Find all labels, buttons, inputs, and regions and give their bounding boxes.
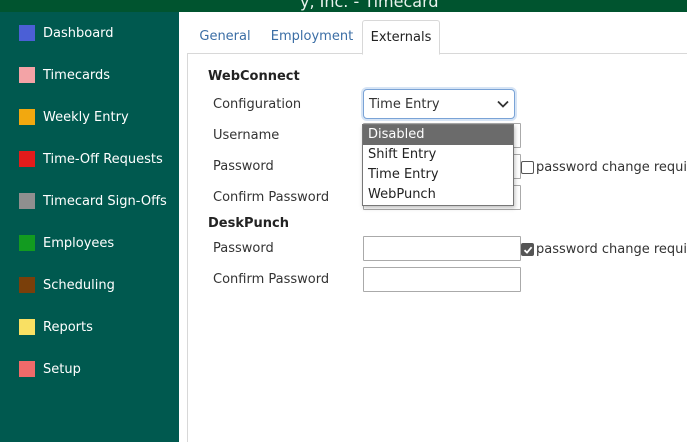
sidebar-item-time-off-requests[interactable]: Time-Off Requests [0,138,179,180]
externals-panel: WebConnect Configuration Time Entry User… [187,54,687,442]
sidebar-item-label: Timecards [43,67,111,83]
deskpunch-password-label: Password [213,241,274,256]
main-content: General Employment Externals WebConnect … [187,12,687,442]
configuration-select[interactable]: Time Entry [363,89,515,119]
sidebar-item-setup[interactable]: Setup [0,348,179,390]
dropdown-option-disabled[interactable]: Disabled [363,125,513,145]
sidebar-item-label: Dashboard [43,25,114,41]
reports-icon [19,319,35,335]
sidebar-item-dashboard[interactable]: Dashboard [0,12,179,54]
confirm-password-label: Confirm Password [213,190,330,205]
sidebar-item-reports[interactable]: Reports [0,306,179,348]
tab-employment[interactable]: Employment [267,20,357,54]
configuration-label: Configuration [213,97,302,112]
tab-bar: General Employment Externals [187,12,687,55]
sidebar: Dashboard Timecards Weekly Entry Time-Of… [0,12,179,442]
deskpunch-password-change-row: password change required [521,242,687,257]
scheduling-icon [19,277,35,293]
tab-externals[interactable]: Externals [362,20,440,55]
chevron-down-icon [492,93,514,115]
webconnect-section-title: WebConnect [208,69,300,84]
deskpunch-confirm-password-input[interactable] [363,267,521,292]
configuration-select-value: Time Entry [369,96,440,112]
password-change-label: password change required [536,160,687,175]
top-banner: y, Inc. - Timecard [0,0,687,12]
timecard-sign-offs-icon [19,193,35,209]
sidebar-item-label: Reports [43,319,93,335]
deskpunch-password-input[interactable] [363,236,521,261]
password-change-label: password change required [536,242,687,257]
checkmark-icon [523,246,532,254]
sidebar-gutter [179,12,187,442]
setup-icon [19,361,35,377]
dashboard-icon [19,25,35,41]
dropdown-option-time-entry[interactable]: Time Entry [363,165,513,185]
webconnect-password-change-row: password change required [521,160,687,175]
sidebar-item-label: Scheduling [43,277,115,293]
weekly-entry-icon [19,109,35,125]
sidebar-item-employees[interactable]: Employees [0,222,179,264]
employees-icon [19,235,35,251]
tab-general[interactable]: General [193,20,257,54]
sidebar-item-label: Weekly Entry [43,109,129,125]
sidebar-item-timecard-sign-offs[interactable]: Timecard Sign-Offs [0,180,179,222]
sidebar-item-label: Timecard Sign-Offs [43,193,167,209]
password-label: Password [213,159,274,174]
deskpunch-section-title: DeskPunch [208,216,289,231]
timecards-icon [19,67,35,83]
sidebar-item-label: Setup [43,361,81,377]
username-label: Username [213,128,280,143]
sidebar-item-scheduling[interactable]: Scheduling [0,264,179,306]
dropdown-option-webpunch[interactable]: WebPunch [363,185,513,205]
deskpunch-confirm-password-label: Confirm Password [213,272,330,287]
deskpunch-password-change-checkbox[interactable] [521,243,534,256]
webconnect-password-change-checkbox[interactable] [521,161,534,174]
sidebar-item-label: Time-Off Requests [43,151,163,167]
sidebar-item-label: Employees [43,235,115,251]
dropdown-option-shift-entry[interactable]: Shift Entry [363,145,513,165]
app-title: y, Inc. - Timecard [300,0,439,11]
sidebar-item-timecards[interactable]: Timecards [0,54,179,96]
sidebar-item-weekly-entry[interactable]: Weekly Entry [0,96,179,138]
configuration-dropdown-list: Disabled Shift Entry Time Entry WebPunch [362,124,514,206]
time-off-requests-icon [19,151,35,167]
